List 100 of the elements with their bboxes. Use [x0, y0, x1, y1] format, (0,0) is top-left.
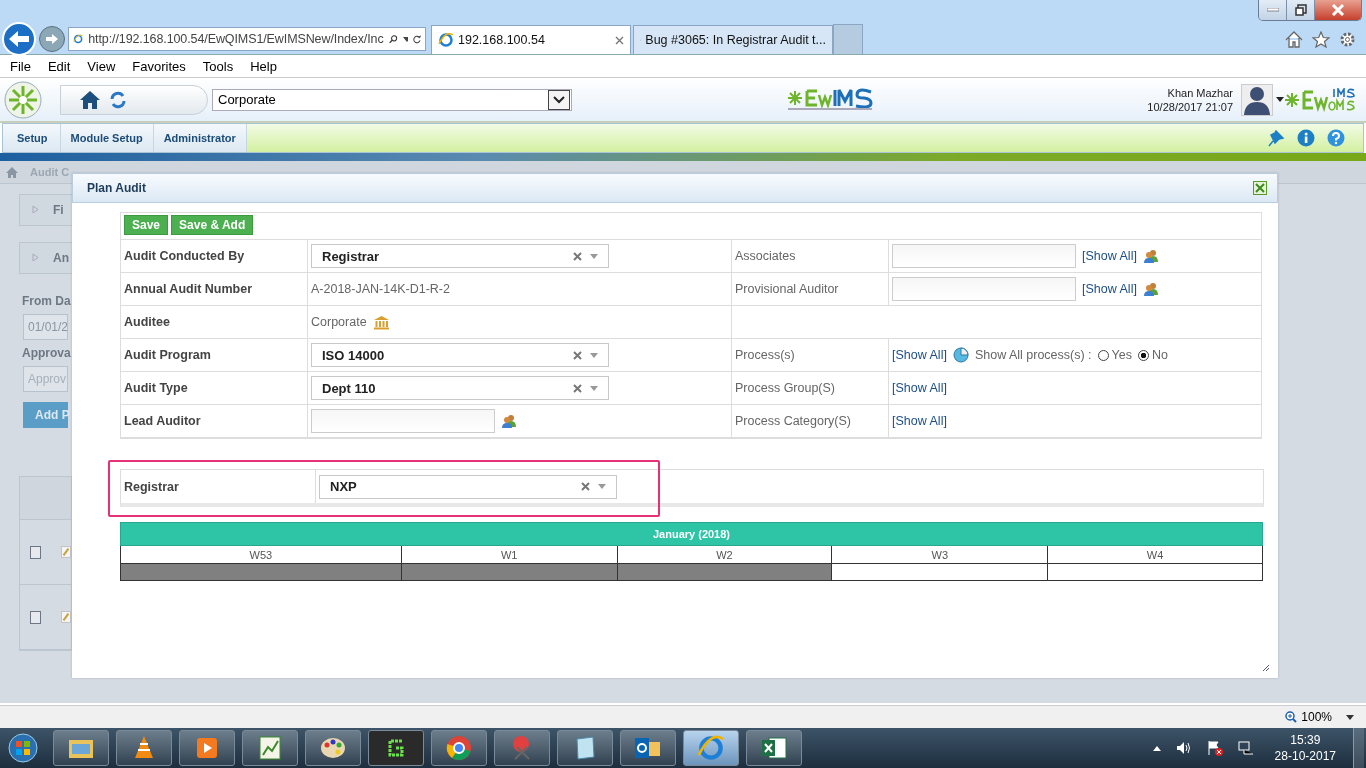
field-label: Approva	[22, 346, 71, 360]
show-all-link[interactable]: [Show All]	[1082, 282, 1137, 296]
chart-icon[interactable]	[242, 730, 298, 766]
show-desktop-button[interactable]	[1353, 728, 1364, 768]
month-header: January (2018)	[120, 522, 1263, 546]
field-value: A-2018-JAN-14K-D1-R-2	[311, 282, 450, 296]
mail-icon[interactable]	[620, 730, 676, 766]
lead-auditor-field[interactable]	[311, 409, 495, 433]
resize-grip-icon[interactable]	[1262, 664, 1270, 672]
help-icon[interactable]	[1327, 129, 1345, 147]
clear-icon[interactable]	[573, 383, 582, 393]
browser-tab[interactable]: 192.168.100.54	[431, 25, 631, 54]
caret-up-icon[interactable]	[1152, 745, 1161, 751]
field-value: Corporate	[311, 315, 367, 329]
menu-item[interactable]: Edit	[41, 58, 77, 74]
radio-button[interactable]: Yes	[1097, 348, 1132, 362]
organization-select[interactable]: Corporate	[212, 88, 572, 111]
field-label: Provisional Auditor	[732, 273, 889, 306]
field-label: Audit Conducted By	[121, 240, 308, 273]
browser-tab[interactable]: Bug #3065: In Registrar Audit t...	[633, 25, 833, 54]
minimize-button[interactable]	[1259, 0, 1287, 20]
auditor-field[interactable]	[892, 244, 1076, 268]
clear-icon[interactable]	[573, 350, 582, 360]
caret-icon[interactable]	[1276, 97, 1284, 102]
field-label: Annual Audit Number	[121, 273, 308, 306]
forward-button[interactable]	[39, 26, 65, 52]
close-icon[interactable]	[1253, 181, 1267, 195]
caret-icon[interactable]	[1346, 714, 1354, 720]
star-icon[interactable]	[1312, 30, 1330, 48]
close-icon	[1331, 4, 1345, 16]
show-all-link[interactable]: [Show All]	[1082, 249, 1137, 263]
avatar-icon[interactable]	[1241, 83, 1273, 116]
auditor-field[interactable]	[892, 277, 1076, 301]
field-label: Registrar	[121, 470, 316, 503]
palette-icon[interactable]	[305, 730, 361, 766]
select-field[interactable]: Registrar	[311, 244, 609, 268]
arrow-left-icon	[7, 29, 31, 49]
restore-icon	[1294, 4, 1307, 16]
clock-date[interactable]: 28-10-2017	[1274, 748, 1336, 764]
radio-button[interactable]: No	[1138, 348, 1168, 362]
ie-icon[interactable]	[683, 730, 739, 766]
show-all-link[interactable]: [Show All]	[892, 414, 947, 428]
field-label: Audit Program	[121, 339, 308, 372]
users-icon[interactable]	[1142, 282, 1159, 296]
users-icon[interactable]	[501, 414, 517, 428]
minimize-icon	[1266, 8, 1279, 12]
close-button[interactable]	[1315, 0, 1361, 20]
select-field[interactable]: NXP	[319, 474, 617, 499]
scissors-icon[interactable]	[494, 730, 550, 766]
caret-icon[interactable]	[402, 36, 408, 42]
zoom-icon[interactable]	[1285, 711, 1298, 723]
bank-icon	[372, 314, 390, 330]
clear-icon[interactable]	[573, 251, 582, 261]
spreadsheet-icon[interactable]	[746, 730, 802, 766]
field-label: Associates	[732, 240, 889, 273]
users-icon[interactable]	[1142, 249, 1159, 263]
notepad-icon[interactable]	[557, 730, 613, 766]
refresh-icon[interactable]	[109, 90, 127, 109]
field-label: Lead Auditor	[121, 405, 308, 438]
cone-icon[interactable]	[116, 730, 172, 766]
info-icon[interactable]	[1297, 129, 1315, 147]
select-field[interactable]: ISO 14000	[311, 343, 609, 367]
home-icon[interactable]	[1285, 30, 1303, 48]
flag-icon[interactable]	[1206, 740, 1223, 756]
clock-time[interactable]: 15:39	[1290, 732, 1321, 748]
home-icon[interactable]	[79, 89, 101, 110]
snowflake-logo-icon	[4, 80, 42, 119]
field-label: Auditee	[121, 306, 308, 339]
menu-item[interactable]: Favorites	[126, 58, 192, 74]
nav-tab[interactable]: Module Setup	[60, 124, 154, 152]
pin-icon[interactable]	[1267, 129, 1285, 147]
menu-item[interactable]: View	[81, 58, 122, 74]
search-icon[interactable]	[388, 32, 398, 46]
settings-icon[interactable]	[1339, 30, 1356, 48]
zoom-level[interactable]: 100%	[1301, 710, 1332, 724]
folder-icon[interactable]	[53, 730, 109, 766]
menu-item[interactable]: Help	[244, 58, 283, 74]
row-checkbox[interactable]	[30, 610, 42, 624]
chrome-icon[interactable]	[431, 730, 487, 766]
show-all-link[interactable]: [Show All]	[892, 381, 947, 395]
nav-tab[interactable]: Setup	[3, 124, 61, 152]
speaker-icon[interactable]	[1175, 741, 1192, 755]
close-tab-icon[interactable]	[615, 35, 624, 45]
ewims-logo-icon	[786, 86, 873, 113]
address-bar[interactable]: http://192.168.100.54/EwQIMS1/EwIMSNew/Index/Inc	[68, 27, 426, 51]
back-button[interactable]	[2, 22, 36, 56]
nav-tab[interactable]: Administrator	[153, 124, 247, 152]
dropdown-icon[interactable]	[548, 89, 570, 110]
show-all-link[interactable]: [Show All]	[892, 348, 947, 362]
play-icon[interactable]	[179, 730, 235, 766]
restore-button[interactable]	[1287, 0, 1315, 20]
field-label: From Da	[22, 294, 71, 308]
select-field[interactable]: Dept 110	[311, 376, 609, 400]
network-icon[interactable]	[1237, 741, 1254, 755]
row-checkbox[interactable]	[30, 545, 42, 559]
refresh-icon[interactable]	[412, 32, 421, 46]
ewqms-logo-icon	[1284, 87, 1358, 112]
clear-icon[interactable]	[581, 482, 590, 491]
menu-item[interactable]: File	[4, 58, 37, 74]
menu-item[interactable]: Tools	[196, 58, 240, 74]
